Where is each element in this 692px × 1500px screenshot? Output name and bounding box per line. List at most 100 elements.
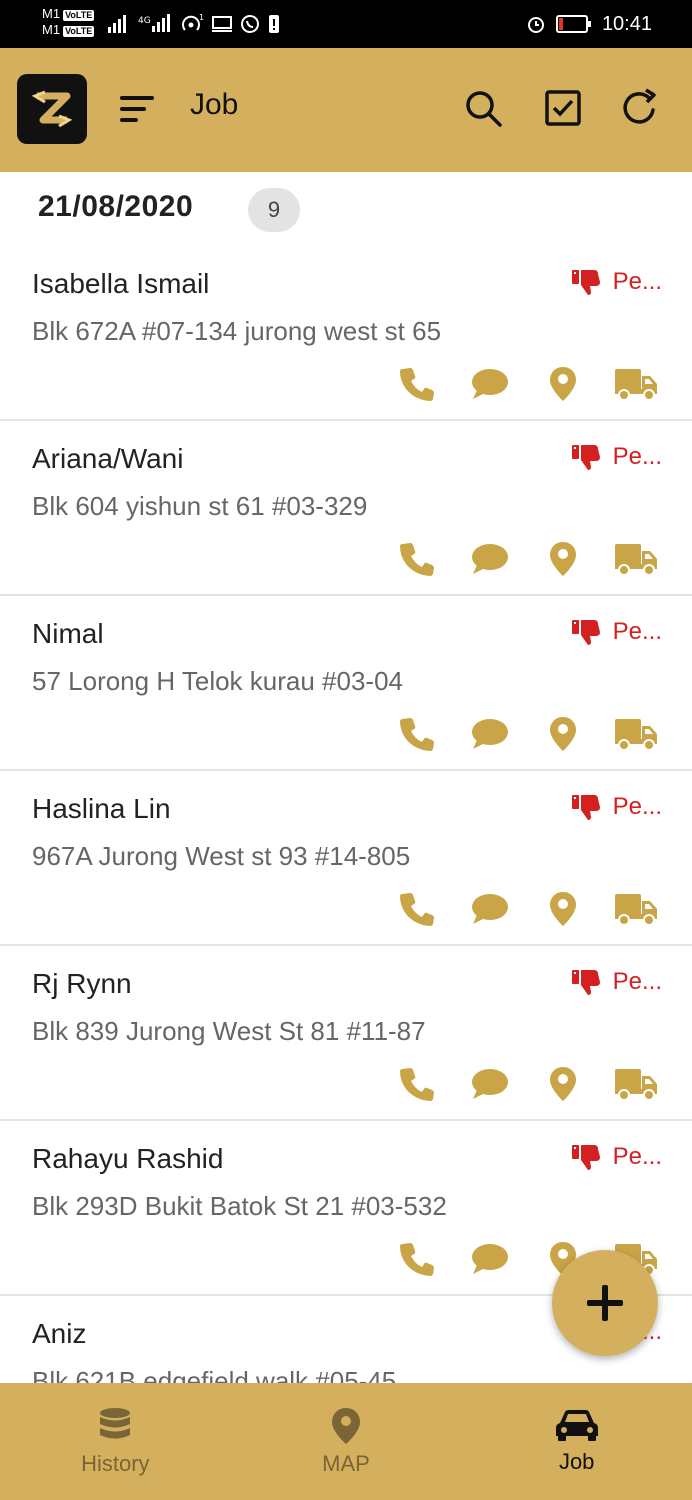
message-button[interactable] (453, 364, 526, 404)
search-button[interactable] (459, 84, 507, 132)
select-all-button[interactable] (539, 84, 587, 132)
location-pin-icon (549, 892, 576, 926)
delivery-address: Blk 604 yishun st 61 #03-329 (32, 491, 368, 521)
menu-icon (120, 96, 154, 122)
deliver-button[interactable] (599, 539, 672, 579)
job-status: Pe... (571, 618, 662, 646)
location-button[interactable] (526, 364, 599, 404)
deliver-button[interactable] (599, 889, 672, 929)
job-actions (380, 539, 672, 579)
message-button[interactable] (453, 889, 526, 929)
chat-icon (471, 719, 508, 749)
status-text: Pe... (612, 1143, 662, 1170)
carrier-1: M1 (42, 6, 61, 21)
nav-map-label: MAP (322, 1451, 370, 1476)
truck-icon (614, 1069, 657, 1101)
hotspot-icon: 1 (182, 13, 204, 31)
delivery-address: Blk 839 Jurong West St 81 #11-87 (32, 1016, 426, 1046)
nav-job-label: Job (558, 1449, 595, 1474)
delivery-address: Blk 293D Bukit Batok St 21 #03-532 (32, 1191, 447, 1221)
job-status: Pe... (571, 268, 662, 296)
svg-text:1: 1 (199, 13, 204, 22)
checkbox-icon (545, 90, 581, 126)
phone-icon (399, 1243, 434, 1276)
job-status: Pe... (571, 1143, 662, 1171)
chat-icon (471, 369, 508, 399)
message-button[interactable] (453, 1064, 526, 1104)
customer-name: Ariana/Wani (32, 443, 184, 474)
app-bar: Job (0, 48, 692, 172)
status-text: Pe... (612, 618, 662, 645)
thumbs-down-icon (571, 1145, 600, 1170)
date-group-header: 21/08/2020 9 (0, 186, 692, 236)
battery-icon (555, 15, 591, 33)
status-right: 10:41 (526, 12, 652, 36)
alarm-icon (527, 17, 544, 33)
job-actions (380, 889, 672, 929)
phone-icon (399, 893, 434, 926)
status-text: Pe... (612, 968, 662, 995)
nav-job[interactable]: Job (461, 1383, 692, 1500)
call-button[interactable] (380, 1064, 453, 1104)
status-icons: 4G 1 (108, 12, 280, 36)
location-pin-icon (549, 542, 576, 576)
truck-icon (614, 369, 657, 401)
clock: 10:41 (601, 12, 652, 35)
job-list-item[interactable]: Ariana/Wani Blk 604 yishun st 61 #03-329… (0, 421, 692, 596)
deliver-button[interactable] (599, 1064, 672, 1104)
customer-name: Rj Rynn (32, 968, 132, 999)
call-button[interactable] (380, 714, 453, 754)
job-list-item[interactable]: Haslina Lin 967A Jurong West st 93 #14-8… (0, 771, 692, 946)
location-pin-icon (549, 1067, 576, 1101)
location-button[interactable] (526, 889, 599, 929)
message-button[interactable] (453, 539, 526, 579)
customer-name: Haslina Lin (32, 793, 171, 824)
screen-cast-icon (212, 16, 232, 32)
job-list-item[interactable]: Nimal 57 Lorong H Telok kurau #03-04 Pe.… (0, 596, 692, 771)
menu-button[interactable] (118, 92, 158, 126)
location-button[interactable] (526, 714, 599, 754)
job-list-item[interactable]: Rj Rynn Blk 839 Jurong West St 81 #11-87… (0, 946, 692, 1121)
status-text: Pe... (612, 793, 662, 820)
page-title: Job (190, 88, 239, 121)
deliver-button[interactable] (599, 714, 672, 754)
refresh-icon (623, 88, 656, 124)
group-date: 21/08/2020 (38, 190, 194, 223)
location-button[interactable] (526, 539, 599, 579)
customer-name: Isabella Ismail (32, 268, 210, 299)
job-actions (380, 1064, 672, 1104)
job-list[interactable]: Isabella Ismail Blk 672A #07-134 jurong … (0, 246, 692, 1383)
phone-icon (399, 1068, 434, 1101)
refresh-button[interactable] (616, 84, 664, 132)
call-button[interactable] (380, 1239, 453, 1279)
job-status: Pe... (571, 443, 662, 471)
location-button[interactable] (526, 1064, 599, 1104)
job-list-item[interactable]: Isabella Ismail Blk 672A #07-134 jurong … (0, 246, 692, 421)
nav-history[interactable]: History (0, 1383, 231, 1500)
thumbs-down-icon (571, 445, 600, 470)
signal-4g-icon: 4G (138, 14, 170, 32)
call-button[interactable] (380, 539, 453, 579)
add-job-button[interactable] (552, 1250, 658, 1356)
search-icon (466, 91, 502, 127)
message-button[interactable] (453, 1239, 526, 1279)
thumbs-down-icon (571, 970, 600, 995)
deliver-button[interactable] (599, 364, 672, 404)
location-pin-icon (332, 1408, 360, 1444)
message-button[interactable] (453, 714, 526, 754)
call-button[interactable] (380, 364, 453, 404)
carrier-info: M1 VoLTE M1 VoLTE (42, 6, 95, 38)
truck-icon (614, 894, 657, 926)
delivery-address: Blk 672A #07-134 jurong west st 65 (32, 316, 442, 346)
car-icon (555, 1410, 598, 1441)
nav-map[interactable]: MAP (231, 1383, 462, 1500)
thumbs-down-icon (571, 795, 600, 820)
chat-icon (471, 894, 508, 924)
whatsapp-icon (241, 15, 259, 33)
customer-name: Aniz (32, 1318, 87, 1349)
database-icon (100, 1408, 131, 1439)
zed-logo-icon (31, 90, 73, 128)
customer-name: Nimal (32, 618, 104, 649)
truck-icon (614, 719, 657, 751)
call-button[interactable] (380, 889, 453, 929)
